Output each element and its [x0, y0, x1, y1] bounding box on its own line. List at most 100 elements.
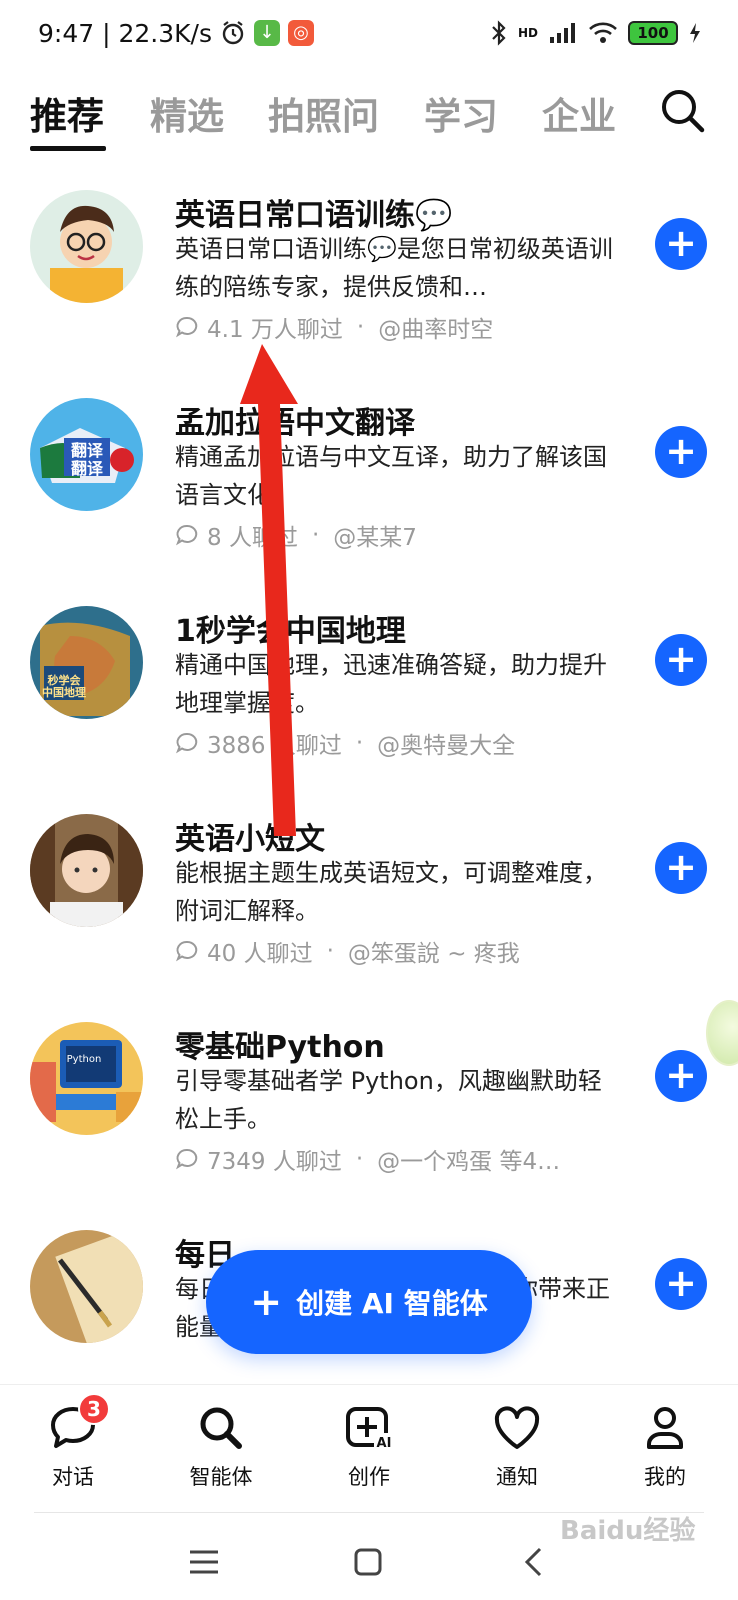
nav-label: 通知: [496, 1465, 538, 1489]
avatar: [30, 814, 143, 927]
separator-dot: ·: [356, 314, 365, 340]
battery-indicator: 100: [628, 21, 678, 45]
item-meta: 40 人聊过 · @笨蛋說 ~ 疼我: [175, 934, 520, 968]
bottom-navigation: 3 对话 智能体 AI 创作 通知 我的: [0, 1384, 738, 1514]
svg-text:Python: Python: [67, 1054, 102, 1065]
item-meta: 3886 人聊过 · @奥特曼大全: [175, 726, 515, 760]
item-title: 零基础Python: [175, 1030, 385, 1065]
author: @某某7: [333, 525, 417, 551]
nav-label: 智能体: [189, 1465, 253, 1489]
unread-badge: 3: [78, 1393, 110, 1425]
svg-text:AI: AI: [377, 1436, 392, 1451]
bluetooth-icon: [492, 20, 506, 46]
separator-dot: ·: [311, 522, 320, 548]
add-button[interactable]: +: [655, 842, 707, 894]
nav-label: 创作: [348, 1465, 390, 1489]
list-item[interactable]: 英语日常口语训练💬 英语日常口语训练💬是您日常初级英语训练的陪练专家，提供反馈和…: [0, 190, 738, 390]
avatar: Python: [30, 1022, 143, 1135]
tab-recommend[interactable]: 推荐: [30, 86, 104, 140]
alarm-icon: [222, 21, 244, 45]
wifi-icon: [589, 22, 617, 43]
list-item[interactable]: 秒学会 中国地理 1秒学会中国地理 精通中国地理，迅速准确答疑，助力提升地理掌握度…: [0, 606, 738, 806]
home-icon[interactable]: [348, 1542, 388, 1582]
separator-dot: ·: [355, 1146, 364, 1172]
chat-count: 4.1 万人聊过: [207, 317, 343, 343]
menu-icon[interactable]: [184, 1542, 224, 1582]
chat-bubble-icon: [176, 1148, 198, 1170]
chat-bubble-icon: [176, 524, 198, 546]
chat-count: 40 人聊过: [207, 941, 313, 967]
tab-photo-ask[interactable]: 拍照问: [268, 86, 379, 140]
chat-bubble-icon: [176, 732, 198, 754]
add-button[interactable]: +: [655, 634, 707, 686]
signal-icon: [550, 23, 575, 43]
nav-create[interactable]: AI 创作: [314, 1403, 424, 1491]
add-button[interactable]: +: [655, 1050, 707, 1102]
author: @曲率时空: [378, 317, 494, 343]
download-app-icon: ↓: [253, 20, 280, 46]
camera-app-icon: ◎: [287, 20, 314, 46]
item-description: 能根据主题生成英语短文，可调整难度，附词汇解释。: [175, 859, 607, 925]
tab-study[interactable]: 学习: [424, 86, 498, 140]
avatar: [30, 190, 143, 303]
author: @笨蛋說 ~ 疼我: [347, 941, 520, 967]
tab-featured[interactable]: 精选: [150, 86, 224, 140]
plus-icon: +: [250, 1280, 283, 1324]
add-button[interactable]: +: [655, 218, 707, 270]
create-ai-agent-button[interactable]: + 创建 AI 智能体: [206, 1250, 532, 1354]
nav-chat[interactable]: 3 对话: [18, 1393, 128, 1491]
back-icon[interactable]: [514, 1542, 554, 1582]
create-button-label: 创建 AI 智能体: [296, 1287, 488, 1320]
create-ai-icon: AI: [346, 1407, 394, 1451]
list-item[interactable]: 翻译 翻译 孟加拉语中文翻译 精通孟加拉语与中文互译，助力了解该国语言文化。 8 …: [0, 398, 738, 598]
item-description: 精通中国地理，迅速准确答疑，助力提升地理掌握度。: [175, 651, 607, 717]
nav-agents[interactable]: 智能体: [166, 1403, 276, 1491]
add-button[interactable]: +: [655, 1258, 707, 1310]
item-description: 精通孟加拉语与中文互译，助力了解该国语言文化。: [175, 443, 607, 509]
svg-text:翻译: 翻译: [71, 441, 104, 460]
item-description: 引导零基础者学 Python，风趣幽默助轻松上手。: [175, 1067, 602, 1133]
separator-dot: ·: [326, 938, 334, 964]
top-tabs: 推荐 精选 拍照问 学习 企业: [0, 66, 738, 158]
search-icon: [200, 1407, 242, 1449]
svg-text:秒学会: 秒学会: [48, 673, 82, 687]
nav-notifications[interactable]: 通知: [462, 1403, 572, 1491]
chat-count: 7349 人聊过: [207, 1149, 342, 1175]
item-title: 孟加拉语中文翻译: [175, 406, 415, 441]
avatar: [30, 1230, 143, 1343]
item-title: 英语小短文: [175, 822, 325, 857]
chat-count: 3886 人聊过: [207, 733, 342, 759]
avatar: 秒学会 中国地理: [30, 606, 143, 719]
network-type: HD: [517, 26, 538, 40]
status-time: 9:47 | 22.3K/s: [38, 18, 212, 48]
nav-label: 我的: [644, 1465, 686, 1489]
active-tab-indicator: [30, 146, 106, 151]
list-item[interactable]: Python 零基础Python 引导零基础者学 Python，风趣幽默助轻松上…: [0, 1022, 738, 1222]
chat-bubble-icon: [176, 940, 198, 962]
add-button[interactable]: +: [655, 426, 707, 478]
avatar: 翻译 翻译: [30, 398, 143, 511]
tab-enterprise[interactable]: 企业: [542, 86, 616, 140]
item-meta: 4.1 万人聊过 · @曲率时空: [175, 310, 493, 344]
svg-text:翻译: 翻译: [71, 459, 104, 478]
baidu-watermark: Baidu经验: [560, 1516, 696, 1546]
item-title: 1秒学会中国地理: [175, 614, 406, 649]
separator-dot: ·: [355, 730, 364, 756]
svg-text:中国地理: 中国地理: [42, 685, 86, 699]
item-description: 英语日常口语训练💬是您日常初级英语训练的陪练专家，提供反馈和…: [175, 235, 613, 301]
chat-count: 8 人聊过: [207, 525, 298, 551]
nav-profile[interactable]: 我的: [610, 1403, 720, 1491]
status-bar: 9:47 | 22.3K/s ↓ ◎ HD 100: [0, 0, 738, 66]
author: @一个鸡蛋 等4…: [377, 1149, 561, 1175]
item-meta: 7349 人聊过 · @一个鸡蛋 等4…: [175, 1142, 560, 1176]
charging-icon: [690, 23, 700, 43]
list-item[interactable]: 英语小短文 能根据主题生成英语短文，可调整难度，附词汇解释。 40 人聊过 · …: [0, 814, 738, 1014]
person-icon: [647, 1407, 683, 1449]
chat-bubble-icon: [176, 316, 198, 338]
item-title: 英语日常口语训练💬: [175, 198, 453, 233]
nav-label: 对话: [52, 1465, 94, 1489]
search-icon[interactable]: [658, 86, 708, 136]
heart-icon: [494, 1406, 540, 1449]
author: @奥特曼大全: [377, 733, 516, 759]
item-meta: 8 人聊过 · @某某7: [175, 518, 417, 552]
